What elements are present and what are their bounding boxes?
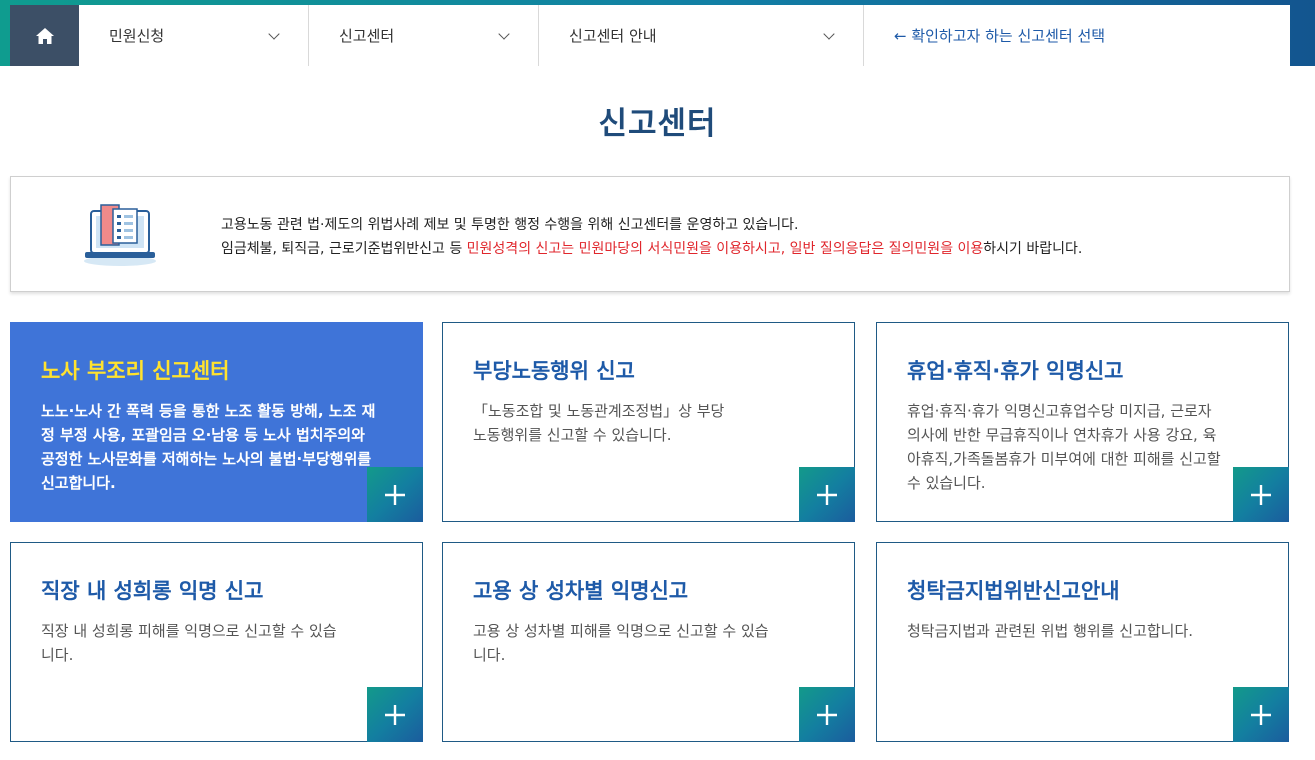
chevron-down-icon [268,27,280,40]
card-description: 노노·노사 간 폭력 등을 통한 노조 활동 방해, 노조 재정 부정 사용, … [41,402,376,492]
card-title: 고용 상 성차별 익명신고 [473,579,689,603]
info-line-1: 고용노동 관련 법·제도의 위법사례 제보 및 투명한 행정 수행을 위해 신고… [221,217,799,233]
plus-icon [817,484,837,505]
card-description: 직장 내 성희롱 피해를 익명으로 신고할 수 있습니다. [41,622,337,664]
laptop-document-icon [84,204,156,266]
breadcrumb-nav: 민원신청 신고센터 신고센터 안내 ← 확인하고자 하는 신고센터 선택 [10,5,1290,66]
chevron-down-icon [498,27,510,40]
info-box: 고용노동 관련 법·제도의 위법사례 제보 및 투명한 행정 수행을 위해 신고… [10,176,1290,292]
plus-icon [385,484,405,505]
info-line-2: 임금체불, 퇴직금, 근로기준법위반신고 등 민원성격의 신고는 민원마당의 서… [221,237,1082,261]
nav-dropdown-report-center[interactable]: 신고센터 [309,5,539,66]
plus-icon [1251,484,1271,505]
nav-hint-text: ← 확인하고자 하는 신고센터 선택 [894,27,1106,45]
top-navigation-bar: 민원신청 신고센터 신고센터 안내 ← 확인하고자 하는 신고센터 선택 [0,0,1315,66]
nav-dropdown-civil-petition[interactable]: 민원신청 [79,5,309,66]
card-unfair-labor-practice-report[interactable]: 부당노동행위 신고 「노동조합 및 노동관계조정법」상 부당노동행위를 신고할 … [442,322,855,522]
card-description: 「노동조합 및 노동관계조정법」상 부당노동행위를 신고할 수 있습니다. [473,402,725,444]
card-leave-anonymous-report[interactable]: 휴업·휴직·휴가 익명신고 휴업·휴직·휴가 익명신고휴업수당 미지급, 근로자… [876,322,1289,522]
card-title: 부당노동행위 신고 [473,359,635,383]
card-description: 청탁금지법과 관련된 위법 행위를 신고합니다. [907,622,1194,640]
home-icon [35,27,54,44]
card-open-button[interactable] [799,467,855,522]
card-title: 휴업·휴직·휴가 익명신고 [907,359,1124,383]
chevron-down-icon [823,27,835,40]
card-description: 고용 상 성차별 피해를 익명으로 신고할 수 있습니다. [473,622,769,664]
card-workplace-harassment-report[interactable]: 직장 내 성희롱 익명 신고 직장 내 성희롱 피해를 익명으로 신고할 수 있… [10,542,423,742]
card-labor-corruption-report[interactable]: 노사 부조리 신고센터 노노·노사 간 폭력 등을 통한 노조 활동 방해, 노… [10,322,423,522]
info-text: 고용노동 관련 법·제도의 위법사례 제보 및 투명한 행정 수행을 위해 신고… [221,213,1082,261]
nav-dropdown-label: 민원신청 [109,27,165,45]
plus-icon [1251,704,1271,725]
card-title: 직장 내 성희롱 익명 신고 [41,579,264,603]
card-title: 청탁금지법위반신고안내 [907,579,1120,603]
nav-dropdown-report-center-guide[interactable]: 신고센터 안내 [539,5,864,66]
home-button[interactable] [10,5,79,66]
card-open-button[interactable] [367,687,423,742]
plus-icon [817,704,837,725]
plus-icon [385,704,405,725]
card-open-button[interactable] [799,687,855,742]
card-title: 노사 부조리 신고센터 [41,359,230,383]
info-line-2-suffix: 하시기 바랍니다. [983,241,1083,257]
nav-dropdown-label: 신고센터 [339,27,395,45]
card-gender-discrimination-report[interactable]: 고용 상 성차별 익명신고 고용 상 성차별 피해를 익명으로 신고할 수 있습… [442,542,855,742]
info-line-2-highlight: 민원성격의 신고는 민원마당의 서식민원을 이용하시고, 일반 질의응답은 질의… [466,241,984,257]
card-open-button[interactable] [367,467,423,522]
page-title: 신고센터 [598,106,717,142]
card-open-button[interactable] [1233,467,1289,522]
card-description: 휴업·휴직·휴가 익명신고휴업수당 미지급, 근로자 의사에 반한 무급휴직이나… [907,402,1221,492]
card-open-button[interactable] [1233,687,1289,742]
card-anti-graft-report-guide[interactable]: 청탁금지법위반신고안내 청탁금지법과 관련된 위법 행위를 신고합니다. [876,542,1289,742]
info-line-2-prefix: 임금체불, 퇴직금, 근로기준법위반신고 등 [221,241,467,257]
nav-dropdown-label: 신고센터 안내 [569,27,657,45]
